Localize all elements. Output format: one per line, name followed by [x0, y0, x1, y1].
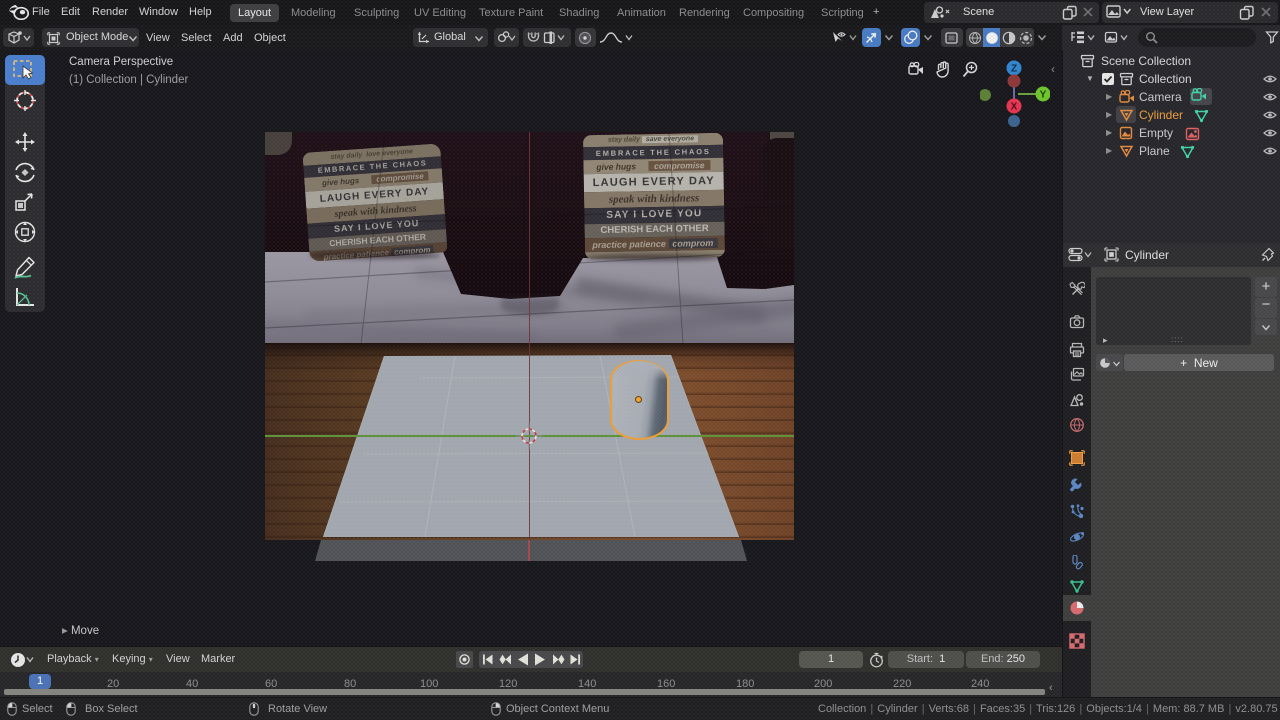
svg-text:Z: Z [1011, 64, 1017, 75]
svg-text:X: X [1011, 102, 1018, 113]
svg-text:Y: Y [1040, 90, 1047, 101]
